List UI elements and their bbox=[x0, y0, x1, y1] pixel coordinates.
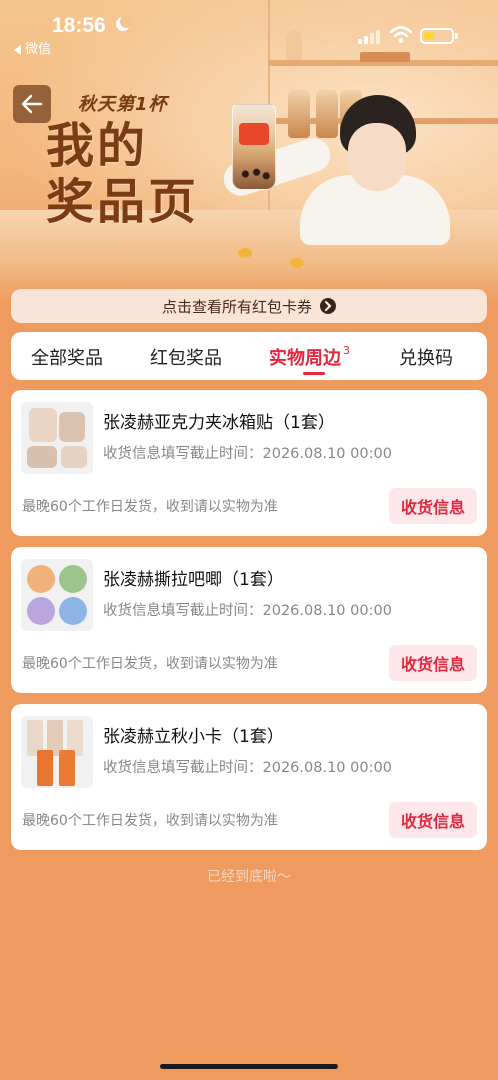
page-title-line1: 我的 bbox=[46, 118, 149, 174]
shipping-info-button[interactable]: 收货信息 bbox=[389, 488, 477, 524]
shipping-note: 最晚60个工作日发货，收到请以实物为准 bbox=[22, 656, 278, 672]
tab-redeem-codes[interactable]: 兑换码 bbox=[399, 344, 453, 370]
signal-icon bbox=[358, 30, 384, 44]
hero-banner: 秋天第1杯 我的 奖品页 bbox=[0, 0, 498, 300]
battery-icon bbox=[420, 28, 458, 44]
shipping-info-button[interactable]: 收货信息 bbox=[389, 645, 477, 681]
arrow-left-icon bbox=[21, 94, 43, 114]
tab-label: 红包奖品 bbox=[150, 348, 222, 369]
back-app-label: 微信 bbox=[25, 42, 52, 57]
prize-card: 张凌赫立秋小卡（1套） 收货信息填写截止时间：2026.08.10 00:00 … bbox=[11, 704, 487, 850]
home-indicator[interactable] bbox=[160, 1064, 338, 1069]
shipping-info-button[interactable]: 收货信息 bbox=[389, 802, 477, 838]
prize-thumbnail bbox=[21, 402, 93, 474]
hero-subtitle: 秋天第1杯 bbox=[78, 94, 168, 115]
leaf-decoration bbox=[238, 248, 252, 258]
prize-name: 张凌赫立秋小卡（1套） bbox=[103, 727, 284, 747]
end-of-list-text: 已经到底啦～ bbox=[207, 869, 291, 885]
prize-tabs: 全部奖品 红包奖品 实物周边 3 兑换码 bbox=[11, 332, 487, 380]
prize-thumbnail bbox=[21, 716, 93, 788]
voucher-link-label: 点击查看所有红包卡券 bbox=[161, 297, 312, 316]
prize-deadline: 收货信息填写截止时间：2026.08.10 00:00 bbox=[103, 760, 392, 776]
prize-name: 张凌赫亚克力夹冰箱贴（1套） bbox=[103, 413, 335, 433]
prize-deadline: 收货信息填写截止时间：2026.08.10 00:00 bbox=[103, 603, 392, 619]
moon-icon bbox=[116, 15, 133, 31]
tab-red-packet-prizes[interactable]: 红包奖品 bbox=[150, 344, 222, 370]
page-title: 我的 奖品页 bbox=[46, 118, 206, 230]
tab-label: 实物周边 bbox=[269, 348, 341, 369]
vase-decoration bbox=[286, 30, 302, 60]
chevron-right-icon bbox=[320, 298, 336, 314]
tab-all-prizes[interactable]: 全部奖品 bbox=[31, 344, 103, 370]
prize-thumbnail bbox=[21, 559, 93, 631]
milk-tea-cup bbox=[232, 104, 276, 190]
tab-label: 全部奖品 bbox=[31, 348, 103, 369]
back-triangle-icon bbox=[14, 44, 21, 55]
prize-card: 张凌赫撕拉吧唧（1套） 收货信息填写截止时间：2026.08.10 00:00 … bbox=[11, 547, 487, 693]
tab-count-badge: 3 bbox=[343, 344, 350, 357]
back-to-app[interactable]: 微信 bbox=[14, 38, 51, 57]
tab-physical-merch[interactable]: 实物周边 3 bbox=[269, 344, 350, 370]
prize-deadline: 收货信息填写截止时间：2026.08.10 00:00 bbox=[103, 446, 392, 462]
leaf-decoration bbox=[290, 258, 304, 268]
page-title-line2: 奖品页 bbox=[46, 174, 200, 230]
view-all-vouchers-link[interactable]: 点击查看所有红包卡券 bbox=[11, 289, 487, 323]
book-decoration bbox=[360, 52, 410, 62]
status-time: 18:56 bbox=[52, 14, 106, 37]
prize-name: 张凌赫撕拉吧唧（1套） bbox=[103, 570, 284, 590]
active-tab-indicator bbox=[303, 372, 325, 375]
tab-label: 兑换码 bbox=[399, 348, 453, 369]
shipping-note: 最晚60个工作日发货，收到请以实物为准 bbox=[22, 813, 278, 829]
prize-card: 张凌赫亚克力夹冰箱贴（1套） 收货信息填写截止时间：2026.08.10 00:… bbox=[11, 390, 487, 536]
shipping-note: 最晚60个工作日发货，收到请以实物为准 bbox=[22, 499, 278, 515]
back-button[interactable] bbox=[13, 85, 51, 123]
wifi-icon bbox=[390, 26, 412, 43]
